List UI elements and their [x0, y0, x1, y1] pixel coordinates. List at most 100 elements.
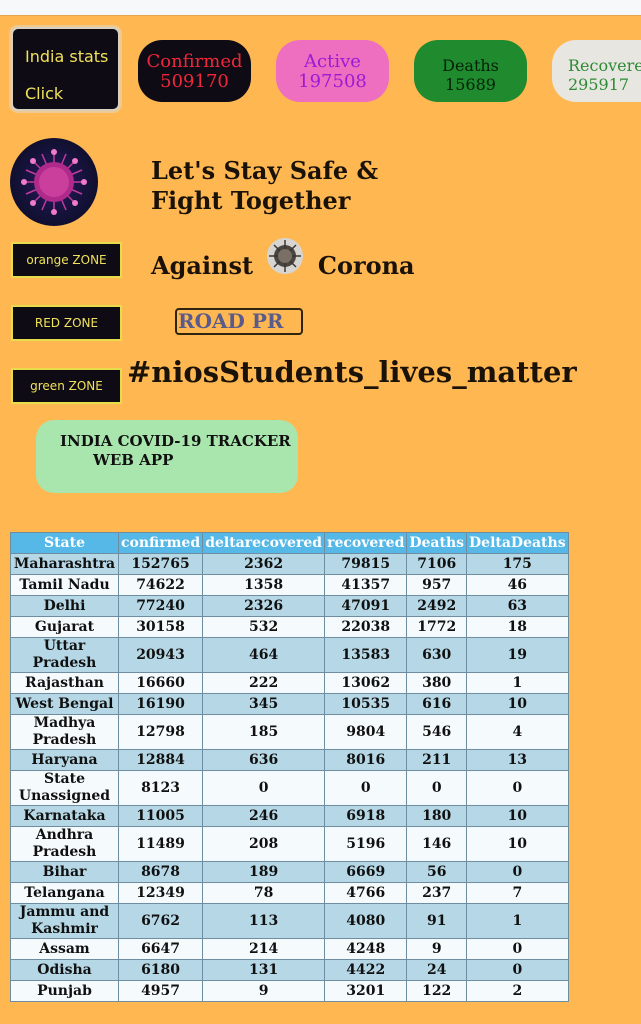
table-row: Bihar 8678 189 6669 56 0 [10, 861, 569, 883]
deaths-cell: 146 [406, 826, 468, 862]
recovered-cell: 9804 [324, 714, 408, 750]
recovered-cell: 41357 [324, 574, 408, 596]
recovered-value: 295917 [568, 75, 630, 94]
confirmed-label: Confirmed [146, 51, 243, 72]
deltarecovered-cell: 113 [202, 903, 326, 939]
deaths-cell: 237 [406, 882, 468, 904]
deaths-cell: 957 [406, 574, 468, 596]
hashtag-text: #niosStudents_lives_matter [127, 355, 577, 389]
recovered-cell: 6918 [324, 805, 408, 827]
recovered-cell: 13062 [324, 672, 408, 694]
confirmed-stat-button[interactable]: Confirmed 509170 [138, 40, 251, 102]
recovered-cell: 8016 [324, 749, 408, 771]
table-body: Maharashtra 152765 2362 79815 7106 175 Tamil N… [10, 553, 569, 1002]
deaths-value: 15689 [445, 75, 496, 94]
state-cell: Odisha [10, 959, 119, 981]
deaths-cell: 9 [406, 938, 468, 960]
deaths-cell: 91 [406, 903, 468, 939]
active-stat-button[interactable]: Active 197508 [276, 40, 389, 102]
deltadeaths-cell: 0 [466, 959, 569, 981]
table-row: Karnataka 11005 246 6918 180 10 [10, 805, 569, 827]
browser-top-bar [0, 0, 641, 16]
recovered-cell: 79815 [324, 553, 408, 575]
recovered-cell: 10535 [324, 693, 408, 715]
coronavirus-image [10, 138, 98, 226]
confirmed-cell: 74622 [117, 574, 204, 596]
table-row: State Unassigned 8123 0 0 0 0 [10, 770, 569, 806]
deltadeaths-cell: 63 [466, 595, 569, 617]
state-cell: Karnataka [10, 805, 119, 827]
recovered-cell: 13583 [324, 637, 408, 673]
deltadeaths-cell: 19 [466, 637, 569, 673]
virus-icon [267, 238, 304, 274]
state-stats-table: State confirmed deltarecovered recovered… [10, 532, 569, 1002]
state-cell: West Bengal [10, 693, 119, 715]
table-row: Punjab 4957 9 3201 122 2 [10, 980, 569, 1002]
confirmed-cell: 8123 [117, 770, 204, 806]
deaths-label: Deaths [442, 56, 499, 75]
column-header-confirmed[interactable]: confirmed [117, 532, 204, 554]
recovered-stat-button[interactable]: Recovered 295917 [552, 40, 641, 102]
india-stats-button[interactable]: India stats Click [11, 27, 120, 111]
road-pr-button[interactable]: ROAD PR [175, 308, 303, 335]
column-header-deltarecovered[interactable]: deltarecovered [202, 532, 326, 554]
deltarecovered-cell: 246 [202, 805, 326, 827]
state-cell: Punjab [10, 980, 119, 1002]
headline-line-2: Fight Together [151, 186, 351, 215]
deaths-cell: 0 [406, 770, 468, 806]
orange-zone-button[interactable]: orange ZONE [11, 242, 122, 278]
table-row: Delhi 77240 2326 47091 2492 63 [10, 595, 569, 617]
confirmed-cell: 6647 [117, 938, 204, 960]
coronavirus-icon [21, 149, 87, 215]
active-label: Active [304, 51, 361, 72]
deaths-cell: 2492 [406, 595, 468, 617]
deltarecovered-cell: 78 [202, 882, 326, 904]
confirmed-cell: 152765 [117, 553, 204, 575]
column-header-recovered[interactable]: recovered [324, 532, 408, 554]
confirmed-cell: 16660 [117, 672, 204, 694]
confirmed-cell: 20943 [117, 637, 204, 673]
table-row: Uttar Pradesh 20943 464 13583 630 19 [10, 637, 569, 673]
column-header-deaths[interactable]: Deaths [406, 532, 468, 554]
red-zone-button[interactable]: RED ZONE [11, 305, 122, 341]
state-cell: Andhra Pradesh [10, 826, 119, 862]
deaths-cell: 180 [406, 805, 468, 827]
deltarecovered-cell: 1358 [202, 574, 326, 596]
recovered-cell: 22038 [324, 616, 408, 638]
confirmed-cell: 4957 [117, 980, 204, 1002]
table-row: Haryana 12884 636 8016 211 13 [10, 749, 569, 771]
column-header-state[interactable]: State [10, 532, 119, 554]
confirmed-cell: 12884 [117, 749, 204, 771]
deaths-stat-button[interactable]: Deaths 15689 [414, 40, 527, 102]
confirmed-cell: 11005 [117, 805, 204, 827]
tracker-line-1: INDIA COVID-19 TRACKER [60, 432, 291, 450]
recovered-cell: 5196 [324, 826, 408, 862]
deltadeaths-cell: 1 [466, 903, 569, 939]
state-cell: Tamil Nadu [10, 574, 119, 596]
deaths-cell: 380 [406, 672, 468, 694]
table-header-row: State confirmed deltarecovered recovered… [10, 532, 569, 554]
green-zone-button[interactable]: green ZONE [11, 368, 122, 404]
confirmed-cell: 30158 [117, 616, 204, 638]
column-header-deltadeaths[interactable]: DeltaDeaths [466, 532, 569, 554]
headline-line-1: Let's Stay Safe & [151, 156, 379, 185]
deaths-cell: 7106 [406, 553, 468, 575]
state-cell: Bihar [10, 861, 119, 883]
state-cell: Maharashtra [10, 553, 119, 575]
deltarecovered-cell: 131 [202, 959, 326, 981]
deltarecovered-cell: 9 [202, 980, 326, 1002]
table-row: Gujarat 30158 532 22038 1772 18 [10, 616, 569, 638]
deltadeaths-cell: 1 [466, 672, 569, 694]
confirmed-cell: 77240 [117, 595, 204, 617]
covid-tracker-button[interactable]: INDIA COVID-19 TRACKER WEB APP [36, 420, 298, 493]
recovered-label: Recovered [568, 56, 641, 75]
confirmed-value: 509170 [160, 71, 229, 92]
deaths-cell: 546 [406, 714, 468, 750]
deltadeaths-cell: 10 [466, 805, 569, 827]
deltadeaths-cell: 0 [466, 770, 569, 806]
deltarecovered-cell: 214 [202, 938, 326, 960]
table-row: Odisha 6180 131 4422 24 0 [10, 959, 569, 981]
deltarecovered-cell: 2362 [202, 553, 326, 575]
table-row: Maharashtra 152765 2362 79815 7106 175 [10, 553, 569, 575]
state-cell: State Unassigned [10, 770, 119, 806]
